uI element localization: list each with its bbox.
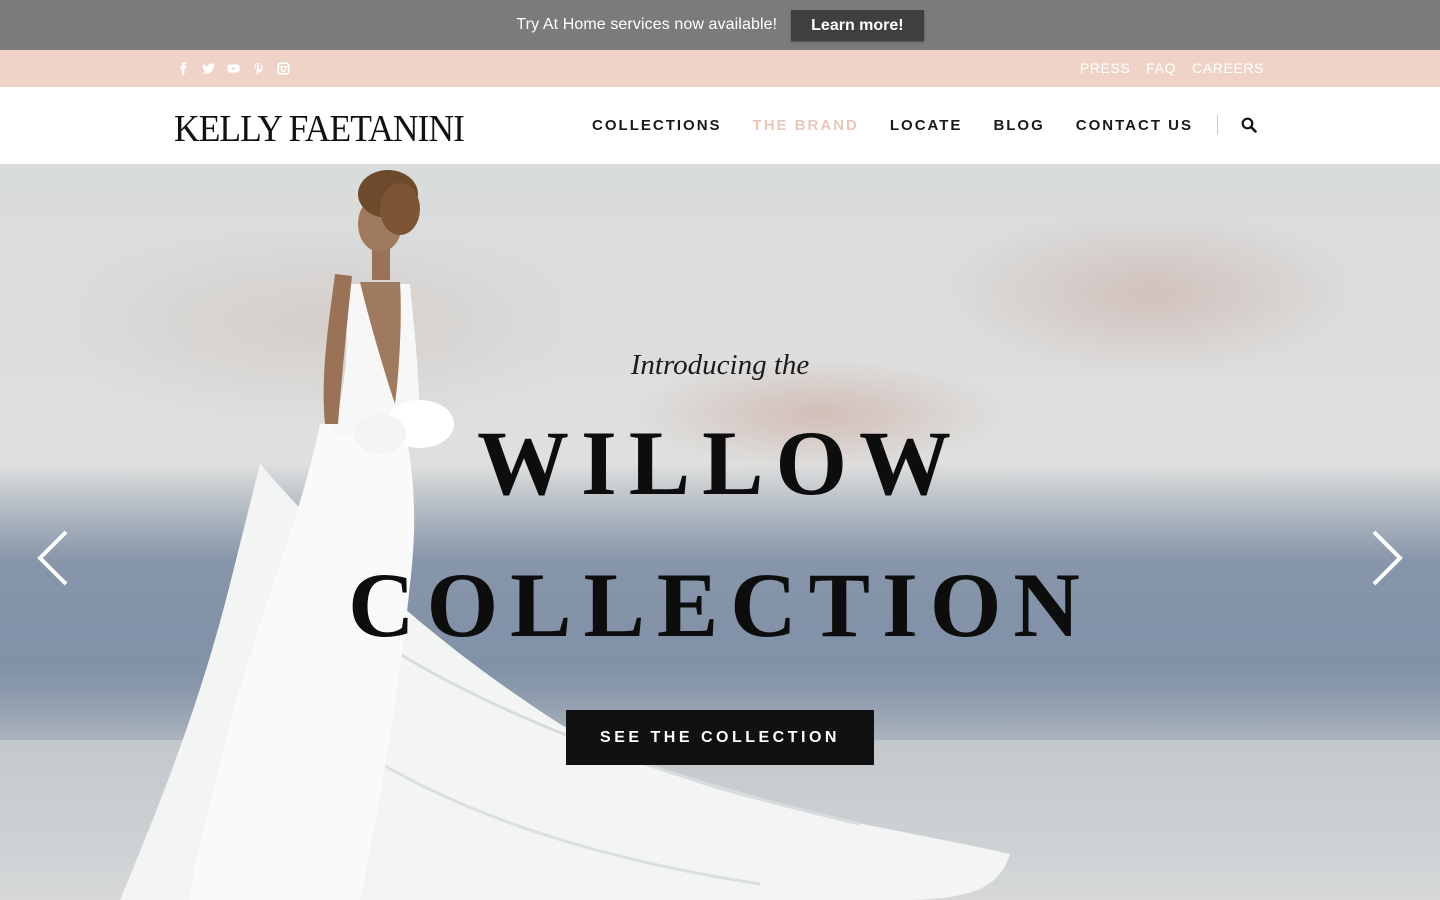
- hero-slider: Introducing the WILLOW COLLECTION SEE TH…: [0, 164, 1440, 900]
- brand-logo[interactable]: KELLY FAETANINI: [174, 107, 466, 157]
- press-link[interactable]: PRESS: [1080, 60, 1130, 76]
- instagram-icon[interactable]: [276, 61, 291, 76]
- hero-title-line2: COLLECTION: [348, 554, 1092, 656]
- youtube-icon[interactable]: [226, 61, 241, 76]
- facebook-icon[interactable]: [176, 61, 191, 76]
- nav-blog[interactable]: BLOG: [993, 117, 1044, 134]
- search-icon[interactable]: [1240, 116, 1258, 134]
- kelly-faetanini-wordmark: KELLY FAETANINI: [174, 108, 465, 150]
- utility-bar: PRESS FAQ CAREERS: [0, 50, 1440, 87]
- hero-intro: Introducing the: [630, 349, 810, 381]
- chevron-right-icon[interactable]: [1370, 530, 1404, 586]
- see-collection-button[interactable]: SEE THE COLLECTION: [566, 710, 874, 765]
- bride-image: [120, 170, 1010, 900]
- hero-title-line1: WILLOW: [476, 412, 964, 514]
- nav-contact-us[interactable]: CONTACT US: [1076, 117, 1193, 134]
- pinterest-icon[interactable]: [251, 61, 266, 76]
- announcement-bar: Try At Home services now available! Lear…: [0, 0, 1440, 50]
- svg-text:KELLY FAETANINI: KELLY FAETANINI: [174, 108, 464, 149]
- faq-link[interactable]: FAQ: [1146, 60, 1176, 76]
- learn-more-button[interactable]: Learn more!: [791, 9, 924, 41]
- utility-links: PRESS FAQ CAREERS: [1080, 60, 1264, 76]
- main-nav: COLLECTIONS THE BRAND LOCATE BLOG CONTAC…: [561, 115, 1258, 135]
- chevron-left-icon[interactable]: [36, 530, 70, 586]
- nav-collections[interactable]: COLLECTIONS: [592, 117, 722, 134]
- nav-divider: [1217, 115, 1218, 135]
- nav-locate[interactable]: LOCATE: [890, 117, 963, 134]
- careers-link[interactable]: CAREERS: [1192, 60, 1264, 76]
- nav-the-brand[interactable]: THE BRAND: [753, 117, 859, 134]
- social-links: [176, 61, 291, 76]
- site-header: KELLY FAETANINI COLLECTIONS THE BRAND LO…: [0, 87, 1440, 164]
- twitter-icon[interactable]: [201, 61, 216, 76]
- announcement-text: Try At Home services now available!: [516, 16, 778, 33]
